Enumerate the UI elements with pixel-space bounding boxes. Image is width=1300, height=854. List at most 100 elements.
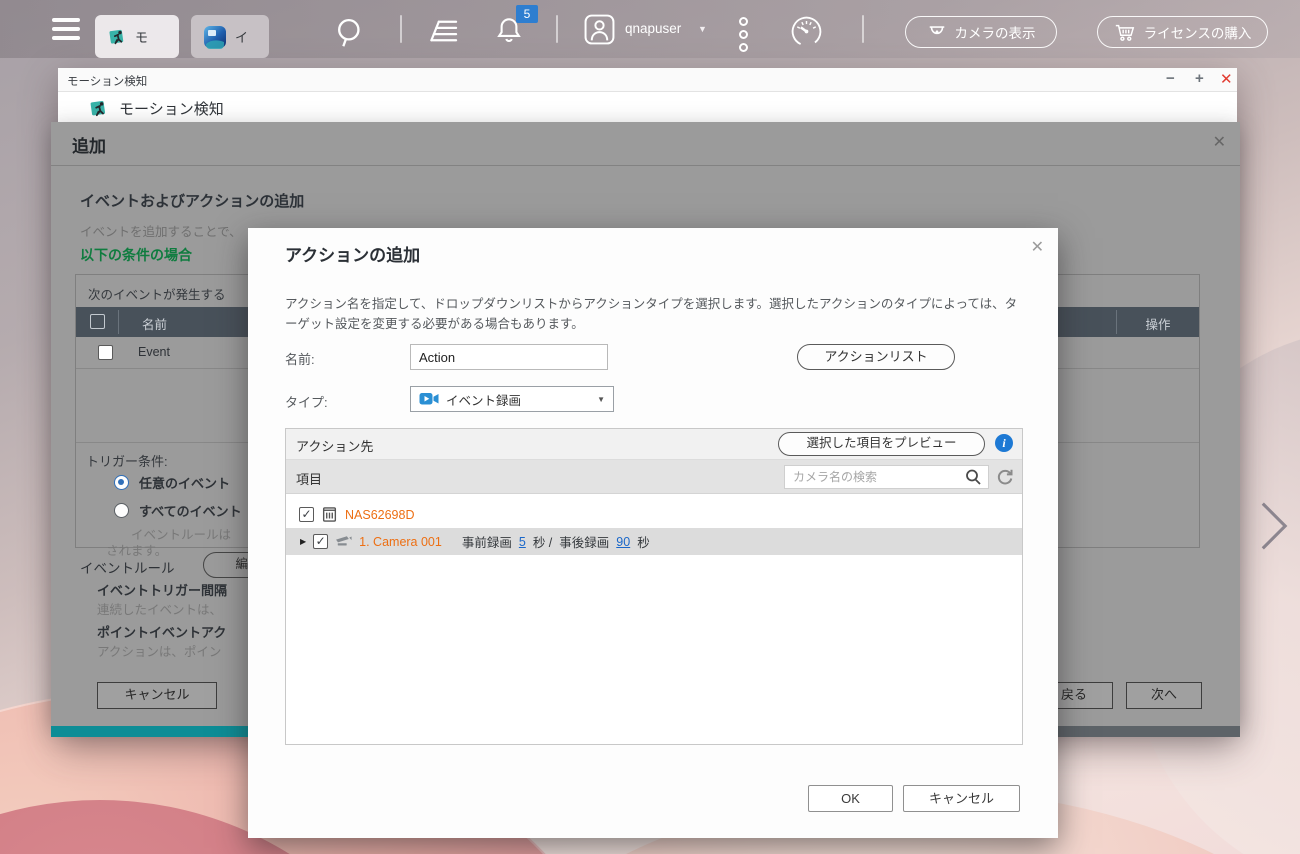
- radio-label: すべてのイベント: [139, 501, 242, 520]
- interval-desc: 連続したイベントは、: [97, 599, 222, 618]
- expand-arrow-icon[interactable]: ▶: [300, 537, 306, 546]
- condition-heading: 以下の条件の場合: [80, 245, 192, 265]
- name-label: 名前:: [285, 349, 315, 368]
- chevron-right-icon: [1256, 498, 1292, 554]
- ok-button[interactable]: OK: [808, 785, 893, 812]
- page-header: モーション検知: [88, 98, 224, 119]
- preview-selected-button[interactable]: 選択した項目をプレビュー: [778, 432, 985, 456]
- column-operation: 操作: [1116, 314, 1200, 333]
- camera-search-input[interactable]: [784, 465, 989, 489]
- tab-label: イ: [235, 27, 248, 46]
- tab-event[interactable]: イ: [191, 15, 269, 58]
- section-intro: イベントを追加することで、: [80, 221, 242, 240]
- event-rule-label: イベントルール: [80, 557, 175, 577]
- tree-row-server[interactable]: ✓ NAS62698D: [286, 501, 1022, 528]
- server-name: NAS62698D: [345, 508, 415, 522]
- toolbar-divider: [400, 15, 402, 43]
- dialog-close-icon[interactable]: ✕: [1213, 132, 1226, 152]
- point-event-title: ポイントイベントアク: [97, 622, 226, 641]
- camera-checkbox[interactable]: ✓: [313, 534, 328, 549]
- modal-description: アクション名を指定して、ドロップダウンリストからアクションタイプを選択します。選…: [285, 294, 1029, 334]
- maximize-button[interactable]: +: [1195, 70, 1204, 87]
- target-header-label: アクション先: [296, 436, 373, 455]
- search-icon[interactable]: [964, 468, 982, 491]
- button-label: ライセンスの購入: [1144, 22, 1252, 42]
- target-tree: ✓ NAS62698D ▶ ✓ 1. Camera 001 事前録画 5: [286, 501, 1022, 555]
- page-title: モーション検知: [119, 98, 224, 119]
- motion-detection-icon: [88, 98, 109, 119]
- window-titlebar[interactable]: モーション検知 − + ✕: [58, 68, 1237, 92]
- radio-all-events[interactable]: すべてのイベント: [114, 501, 242, 520]
- wizard-cancel-button[interactable]: キャンセル: [97, 682, 217, 709]
- close-window-button[interactable]: ✕: [1220, 70, 1233, 88]
- chevron-down-icon[interactable]: ▼: [698, 24, 707, 34]
- toolbar-divider: [862, 15, 864, 43]
- user-icon[interactable]: [584, 14, 615, 50]
- main-menu-icon[interactable]: [52, 18, 80, 45]
- action-target-panel: アクション先 選択した項目をプレビュー i 項目 ✓: [285, 428, 1023, 745]
- add-action-modal: ✕ アクションの追加 アクション名を指定して、ドロップダウンリストからアクション…: [248, 228, 1058, 838]
- section-title: イベントおよびアクションの追加: [80, 190, 304, 211]
- top-toolbar: モ イ 5: [0, 0, 1300, 58]
- column-divider: [118, 310, 119, 334]
- cart-icon: [1114, 23, 1136, 42]
- queue-icon[interactable]: [424, 16, 461, 51]
- modal-close-icon[interactable]: ✕: [1031, 237, 1044, 257]
- modal-cancel-button[interactable]: キャンセル: [903, 785, 1020, 812]
- dashboard-gauge-icon[interactable]: [789, 14, 824, 54]
- wizard-next-button[interactable]: 次へ: [1126, 682, 1202, 709]
- point-event-desc: アクションは、ポイン: [97, 641, 221, 660]
- pre-record-seconds-link[interactable]: 5: [519, 535, 526, 549]
- event-name: Event: [138, 345, 170, 359]
- name-input[interactable]: [410, 344, 608, 370]
- more-options-icon[interactable]: [739, 17, 748, 56]
- refresh-icon[interactable]: [996, 468, 1014, 491]
- notification-badge[interactable]: 5: [516, 5, 538, 23]
- radio-icon[interactable]: [114, 503, 129, 518]
- select-all-checkbox[interactable]: [90, 314, 105, 329]
- row-checkbox[interactable]: [98, 345, 113, 360]
- camera-name: 1. Camera 001: [359, 535, 442, 549]
- post-record-label: 事後録画: [559, 532, 609, 551]
- radio-any-event[interactable]: 任意のイベント: [114, 473, 230, 492]
- radio-label: 任意のイベント: [139, 473, 230, 492]
- dialog-header: 追加 ✕: [51, 122, 1240, 166]
- interval-title: イベントトリガー間隔: [97, 580, 227, 599]
- items-label: 項目: [296, 469, 322, 488]
- tree-row-camera[interactable]: ▶ ✓ 1. Camera 001 事前録画 5 秒 / 事後録画 90 秒: [286, 528, 1022, 555]
- camera-icon: [335, 534, 352, 549]
- search-icon[interactable]: [333, 16, 366, 54]
- post-record-seconds-link[interactable]: 90: [616, 535, 630, 549]
- chevron-down-icon: ▼: [597, 395, 605, 404]
- event-app-icon: [203, 25, 227, 49]
- trigger-condition-label: トリガー条件:: [86, 451, 168, 470]
- type-dropdown[interactable]: イベント録画 ▼: [410, 386, 614, 412]
- dome-camera-icon: [927, 24, 947, 41]
- pre-record-label: 事前録画: [462, 532, 512, 551]
- nas-server-icon: [321, 506, 338, 523]
- pre-record-unit: 秒 /: [533, 532, 552, 551]
- dialog-title: 追加: [72, 132, 106, 157]
- button-label: カメラの表示: [955, 22, 1036, 42]
- action-list-button[interactable]: アクションリスト: [797, 344, 955, 370]
- event-table-caption: 次のイベントが発生する: [88, 284, 226, 303]
- toolbar-divider: [556, 15, 558, 43]
- desktop-next-page-arrow[interactable]: [1256, 498, 1292, 554]
- window-titlebar-title: モーション検知: [67, 73, 147, 89]
- purchase-license-button[interactable]: ライセンスの購入: [1097, 16, 1268, 48]
- camera-view-button[interactable]: カメラの表示: [905, 16, 1057, 48]
- type-value: イベント録画: [446, 390, 521, 409]
- column-name: 名前: [142, 314, 167, 333]
- tab-label: モ: [135, 27, 148, 46]
- server-checkbox[interactable]: ✓: [299, 507, 314, 522]
- motion-detection-icon: [107, 27, 127, 47]
- target-panel-header: アクション先 選択した項目をプレビュー i: [286, 429, 1022, 460]
- modal-title: アクションの追加: [285, 241, 420, 266]
- radio-icon[interactable]: [114, 475, 129, 490]
- items-header-row: 項目: [286, 460, 1022, 494]
- event-recording-icon: [419, 392, 439, 406]
- username[interactable]: qnapuser: [625, 21, 681, 36]
- minimize-button[interactable]: −: [1166, 70, 1175, 87]
- tab-motion-detection[interactable]: モ: [95, 15, 179, 58]
- info-icon[interactable]: i: [995, 434, 1013, 452]
